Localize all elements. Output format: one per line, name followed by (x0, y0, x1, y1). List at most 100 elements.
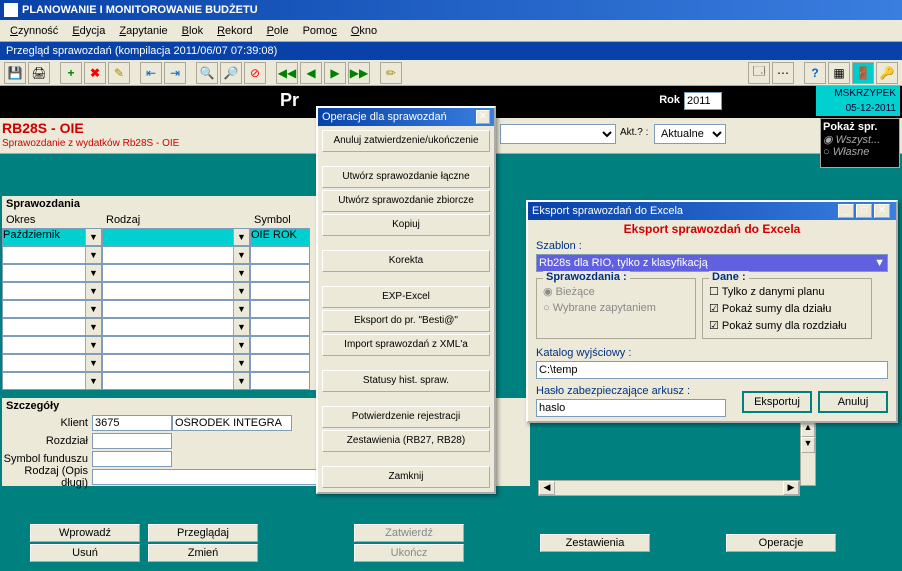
query3-icon[interactable]: ⊘ (244, 62, 266, 84)
filter-combo-1[interactable] (500, 124, 616, 144)
symbol-label: Symbol funduszu (2, 453, 92, 465)
chevron-down-icon[interactable]: ▼ (85, 229, 101, 245)
menu-zapytanie[interactable]: Zapytanie (113, 23, 173, 39)
first-icon[interactable]: ◀◀ (276, 62, 298, 84)
tool-b-icon[interactable]: ⋯ (772, 62, 794, 84)
cell-rodzaj[interactable]: ▼ (102, 228, 250, 246)
pokaz-opt-all[interactable]: ◉ Wszyst... (823, 133, 897, 146)
minimize-icon[interactable]: _ (838, 204, 854, 218)
exit-icon[interactable]: 🚪 (852, 62, 874, 84)
statusy-button[interactable]: Statusy hist. spraw. (322, 370, 490, 392)
prev-icon[interactable]: ◀ (300, 62, 322, 84)
eksportuj-button[interactable]: Eksportuj (742, 391, 812, 413)
chevron-down-icon[interactable]: ▼ (233, 229, 249, 245)
cell-okres[interactable]: Październik▼ (2, 228, 102, 246)
anuluj-button[interactable]: Anuluj (818, 391, 888, 413)
katalog-input[interactable] (536, 361, 888, 379)
dane-rozdzial-checkbox[interactable]: ☑ Pokaż sumy dla rozdziału (709, 317, 865, 334)
key-icon[interactable]: 🔑 (876, 62, 898, 84)
szablon-combo[interactable]: Rb28s dla RIO, tylko z klasyfikacją ▼ (536, 254, 888, 272)
maximize-icon[interactable]: □ (856, 204, 872, 218)
table-row[interactable]: ▼▼ (2, 282, 320, 300)
table-row[interactable]: Październik▼ ▼ OIE ROK (2, 228, 320, 246)
table-row[interactable]: ▼▼ (2, 300, 320, 318)
zamknij-button[interactable]: Zamknij (322, 466, 490, 488)
exp-excel-button[interactable]: EXP-Excel (322, 286, 490, 308)
scroll-right-icon[interactable]: ▶ (783, 481, 799, 495)
scroll-up-icon[interactable]: ▲ (801, 421, 815, 437)
chevron-down-icon[interactable]: ▼ (874, 257, 885, 269)
anuluj-zatw-button[interactable]: Anuluj zatwierdzenie/ukończenie (322, 130, 490, 152)
ukoncz-button[interactable]: Ukończ (354, 544, 464, 562)
table-row[interactable]: ▼▼ (2, 336, 320, 354)
klient-num-input[interactable] (92, 415, 172, 431)
eksport-title-text: Eksport sprawozdań do Excela (532, 205, 683, 217)
korekta-button[interactable]: Korekta (322, 250, 490, 272)
cell-symbol[interactable]: OIE ROK (250, 228, 310, 246)
eksport-titlebar[interactable]: Eksport sprawozdań do Excela _ □ ✕ (528, 202, 896, 220)
user-label: MSKRZYPEK (816, 86, 900, 101)
haslo-input[interactable] (536, 399, 726, 417)
last-icon[interactable]: ▶▶ (348, 62, 370, 84)
menu-blok[interactable]: Blok (176, 23, 209, 39)
klient-label: Klient (2, 417, 92, 429)
wprowadz-button[interactable]: Wprowadź (30, 524, 140, 542)
delete-icon[interactable]: ✖ (84, 62, 106, 84)
save-icon[interactable]: 💾 (4, 62, 26, 84)
query2-icon[interactable]: 🔎 (220, 62, 242, 84)
symbol-input[interactable] (92, 451, 172, 467)
menu-rekord[interactable]: Rekord (211, 23, 258, 39)
menu-czynnosc[interactable]: CCzynnośćzynność (4, 23, 64, 39)
menu-pomoc[interactable]: Pomoc (297, 23, 343, 39)
nav1-icon[interactable]: ⇤ (140, 62, 162, 84)
date-label: 05-12-2011 (816, 101, 900, 116)
dane-plan-checkbox[interactable]: ☐ Tylko z danymi planu (709, 283, 865, 300)
menu-pole[interactable]: Pole (261, 23, 295, 39)
import-xml-button[interactable]: Import sprawozdań z XML'a (322, 334, 490, 356)
table-row[interactable]: ▼▼ (2, 246, 320, 264)
close-icon[interactable]: ✕ (476, 110, 490, 124)
help-icon[interactable]: ? (804, 62, 826, 84)
col-okres: Okres (2, 212, 102, 228)
grid-icon[interactable]: ▦ (828, 62, 850, 84)
zmien-button[interactable]: Zmień (148, 544, 258, 562)
clear-icon[interactable]: ✎ (108, 62, 130, 84)
zestawienia-rb-button[interactable]: Zestawienia (RB27, RB28) (322, 430, 490, 452)
zestawienia-button[interactable]: Zestawienia (540, 534, 650, 552)
utworz-zbiorcze-button[interactable]: Utwórz sprawozdanie zbiorcze (322, 190, 490, 212)
menu-okno[interactable]: Okno (345, 23, 383, 39)
utworz-laczne-button[interactable]: Utwórz sprawozdanie łączne (322, 166, 490, 188)
zatwierdz-button[interactable]: Zatwierdź (354, 524, 464, 542)
kopiuj-button[interactable]: Kopiuj (322, 214, 490, 236)
klient-name-input[interactable] (172, 415, 292, 431)
table-row[interactable]: ▼▼ (2, 318, 320, 336)
akt-combo[interactable]: Aktualne (654, 124, 726, 144)
dane-dzial-checkbox[interactable]: ☑ Pokaż sumy dla działu (709, 300, 865, 317)
table-row[interactable]: ▼▼ (2, 372, 320, 390)
table-row[interactable]: ▼▼ (2, 354, 320, 372)
rok-input[interactable] (684, 92, 722, 110)
query1-icon[interactable]: 🔍 (196, 62, 218, 84)
nav2-icon[interactable]: ⇥ (164, 62, 186, 84)
operacje-button[interactable]: Operacje (726, 534, 836, 552)
potwierdzenie-button[interactable]: Potwierdzenie rejestracji (322, 406, 490, 428)
print-icon[interactable]: 🖨 (28, 62, 50, 84)
operacje-titlebar[interactable]: Operacje dla sprawozdań ✕ (318, 108, 494, 126)
subtitle-text: Przegląd sprawozdań (kompilacja 2011/06/… (6, 45, 277, 57)
menu-edycja[interactable]: Edycja (66, 23, 111, 39)
eksport-bestia-button[interactable]: Eksport do pr. "Besti@" (322, 310, 490, 332)
close-icon[interactable]: ✕ (874, 204, 890, 218)
next-icon[interactable]: ▶ (324, 62, 346, 84)
pokaz-opt-own[interactable]: ○ Własne (823, 146, 897, 158)
przegladaj-button[interactable]: Przeglądaj (148, 524, 258, 542)
table-row[interactable]: ▼▼ (2, 264, 320, 282)
add-icon[interactable]: + (60, 62, 82, 84)
horizontal-scrollbar[interactable]: ◀ ▶ (538, 480, 800, 496)
scroll-down-icon[interactable]: ▼ (801, 437, 815, 453)
vertical-scrollbar[interactable]: ▲ ▼ (800, 420, 816, 486)
edit-icon[interactable]: ✏ (380, 62, 402, 84)
rozdzial-input[interactable] (92, 433, 172, 449)
tool-a-icon[interactable]: 🗔 (748, 62, 770, 84)
usun-button[interactable]: Usuń (30, 544, 140, 562)
scroll-left-icon[interactable]: ◀ (539, 481, 555, 495)
